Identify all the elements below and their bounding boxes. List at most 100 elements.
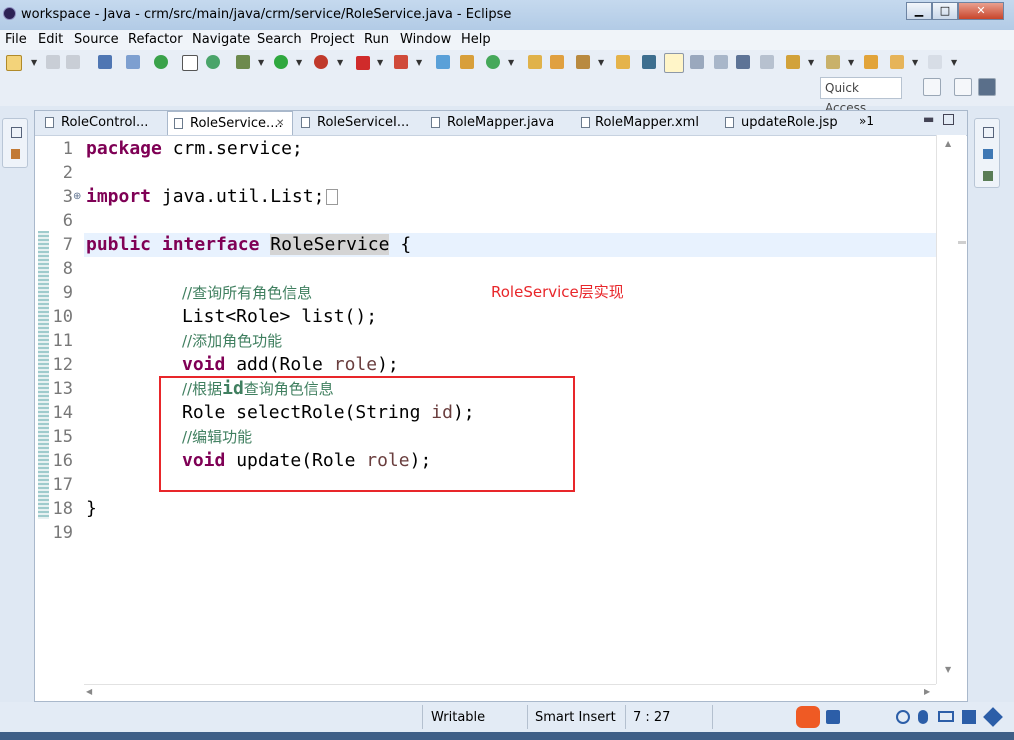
maximize-button[interactable]: □ — [932, 2, 958, 20]
java-perspective-icon[interactable] — [978, 78, 996, 96]
restore-icon[interactable] — [11, 127, 22, 138]
code-line[interactable]: public interface RoleService { — [86, 233, 411, 257]
chevron-down-icon[interactable]: ▼ — [31, 58, 37, 67]
chevron-down-icon[interactable]: ▼ — [598, 58, 604, 67]
tab-rolemapper-xml[interactable]: RoleMapper.xml — [575, 111, 715, 135]
code-line[interactable]: //添加角色功能 — [182, 329, 282, 353]
back-arrow-icon[interactable] — [890, 55, 904, 69]
chevron-down-icon[interactable]: ▼ — [337, 58, 343, 67]
scroll-down-icon[interactable]: ▼ — [945, 665, 951, 674]
word-wrap-icon[interactable] — [714, 55, 728, 69]
skip-breakpoints-icon[interactable] — [154, 55, 168, 69]
prev-annotation-icon[interactable] — [786, 55, 800, 69]
run-icon[interactable] — [274, 55, 288, 69]
chevron-down-icon[interactable]: ▼ — [508, 58, 514, 67]
last-edit-icon[interactable] — [826, 55, 840, 69]
open-type-icon[interactable] — [528, 55, 542, 69]
open-folder-icon[interactable] — [616, 55, 630, 69]
emoji-icon[interactable] — [896, 710, 910, 724]
new-package-icon[interactable] — [436, 55, 450, 69]
scroll-right-icon[interactable]: ▶ — [924, 687, 930, 696]
overview-marker[interactable] — [958, 241, 966, 244]
menu-source[interactable]: Source — [74, 32, 119, 47]
english-mode-icon[interactable] — [826, 710, 840, 724]
back-icon[interactable] — [864, 55, 878, 69]
keyboard-icon[interactable] — [938, 711, 954, 722]
new-interface-icon[interactable] — [486, 55, 500, 69]
chevron-down-icon[interactable]: ▼ — [258, 58, 264, 67]
menu-file[interactable]: File — [5, 32, 27, 47]
debug-icon[interactable] — [236, 55, 250, 69]
code-line[interactable]: void add(Role role); — [182, 353, 399, 377]
menu-refactor[interactable]: Refactor — [128, 32, 183, 47]
folded-imports-icon[interactable] — [326, 189, 339, 205]
save-all-icon[interactable] — [66, 55, 80, 69]
external-tools-icon[interactable] — [314, 55, 328, 69]
tab-updaterole-jsp[interactable]: updateRole.jsp — [723, 111, 843, 135]
next-annotation-icon[interactable] — [760, 55, 774, 69]
chevron-down-icon[interactable]: ▼ — [912, 58, 918, 67]
vertical-scrollbar[interactable]: ▲ ▼ — [936, 135, 966, 684]
minimize-view-icon[interactable]: ▬ — [923, 112, 934, 126]
deploy-icon[interactable] — [394, 55, 408, 69]
code-line[interactable]: package crm.service; — [86, 137, 303, 161]
tab-roleserviceimpl[interactable]: RoleServiceI... — [295, 111, 421, 135]
print-icon[interactable] — [98, 55, 112, 69]
menu-help[interactable]: Help — [461, 32, 491, 47]
chevron-down-icon[interactable]: ▼ — [296, 58, 302, 67]
skin-icon[interactable] — [962, 710, 976, 724]
menu-project[interactable]: Project — [310, 32, 354, 47]
status-insert-mode[interactable]: Smart Insert — [535, 710, 616, 725]
show-whitespace-icon[interactable] — [736, 55, 750, 69]
highlight-icon[interactable] — [664, 53, 684, 73]
close-button[interactable]: ✕ — [958, 2, 1004, 20]
tab-overflow-button[interactable]: »1 — [859, 114, 874, 128]
toggle-mark-icon[interactable] — [182, 55, 198, 71]
task-list-icon[interactable] — [983, 171, 993, 181]
chevron-down-icon[interactable]: ▼ — [377, 58, 383, 67]
tab-rolemapper-java[interactable]: RoleMapper.java — [425, 111, 565, 135]
menu-navigate[interactable]: Navigate — [192, 32, 250, 47]
menu-edit[interactable]: Edit — [38, 32, 63, 47]
code-line[interactable]: } — [86, 497, 97, 521]
menu-run[interactable]: Run — [364, 32, 389, 47]
chevron-down-icon[interactable]: ▼ — [808, 58, 814, 67]
package-explorer-icon[interactable] — [11, 149, 20, 159]
chevron-down-icon[interactable]: ▼ — [951, 58, 957, 67]
toggle-breakpoint-icon[interactable] — [126, 55, 140, 69]
chevron-down-icon[interactable]: ▼ — [848, 58, 854, 67]
maximize-view-icon[interactable] — [943, 114, 954, 125]
refresh-icon[interactable] — [206, 55, 220, 69]
chevron-down-icon[interactable]: ▼ — [416, 58, 422, 67]
close-tab-icon[interactable]: ✕ — [276, 112, 284, 136]
restore-icon[interactable] — [983, 127, 994, 138]
annotations-icon[interactable] — [642, 55, 656, 69]
expand-fold-icon[interactable]: ⊕ — [73, 191, 81, 202]
tools-icon[interactable] — [983, 707, 1003, 727]
stop-icon[interactable] — [356, 56, 370, 70]
save-icon[interactable] — [46, 55, 60, 69]
menu-search[interactable]: Search — [257, 32, 302, 47]
new-icon[interactable] — [6, 55, 22, 71]
open-perspective-icon[interactable] — [923, 78, 941, 96]
horizontal-scrollbar[interactable]: ◀ ▶ — [84, 684, 936, 701]
search-icon[interactable] — [576, 55, 590, 69]
forward-icon[interactable] — [928, 55, 942, 69]
scroll-up-icon[interactable]: ▲ — [945, 139, 951, 148]
quick-access-field[interactable]: Quick Access — [820, 77, 902, 115]
outline-icon[interactable] — [983, 149, 993, 159]
microphone-icon[interactable] — [918, 710, 928, 724]
code-line[interactable]: import java.util.List; — [86, 185, 339, 209]
tab-roleservice[interactable]: RoleService.... ✕ — [167, 111, 293, 135]
new-class-icon[interactable] — [460, 55, 474, 69]
block-selection-icon[interactable] — [690, 55, 704, 69]
java-ee-perspective-icon[interactable] — [954, 78, 972, 96]
open-resource-icon[interactable] — [550, 55, 564, 69]
scroll-left-icon[interactable]: ◀ — [86, 687, 92, 696]
tab-rolecontroller[interactable]: RoleControl... — [39, 111, 165, 135]
input-method-icon[interactable] — [796, 706, 820, 728]
code-line[interactable]: List<Role> list(); — [182, 305, 377, 329]
minimize-button[interactable]: ▁ — [906, 2, 932, 20]
code-line[interactable]: //查询所有角色信息 — [182, 281, 312, 305]
menu-window[interactable]: Window — [400, 32, 451, 47]
